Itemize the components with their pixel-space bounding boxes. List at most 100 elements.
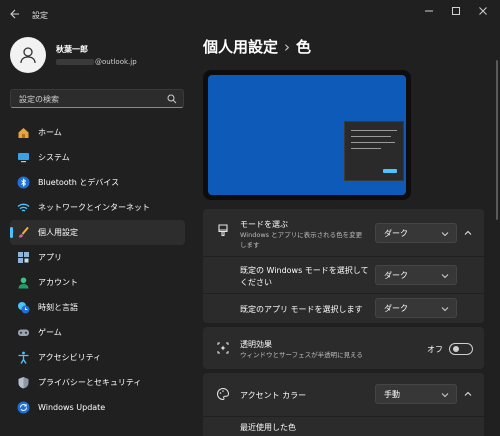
sidebar-item-accounts[interactable]: アカウント bbox=[10, 270, 185, 295]
mode-description-line2: します bbox=[240, 241, 260, 249]
minimize-icon bbox=[425, 10, 433, 12]
minimize-button[interactable] bbox=[420, 6, 438, 20]
title-bar: 設定 bbox=[0, 0, 500, 30]
wifi-icon bbox=[16, 201, 30, 215]
sidebar-item-bluetooth[interactable]: Bluetooth とデバイス bbox=[10, 170, 185, 195]
mode-dropdown[interactable]: ダーク bbox=[375, 223, 457, 243]
breadcrumb: 個人用設定 › 色 bbox=[203, 36, 311, 57]
transparency-toggle[interactable] bbox=[449, 343, 473, 355]
sidebar-item-personalization[interactable]: 個人用設定 bbox=[10, 220, 185, 245]
brush-icon bbox=[16, 226, 30, 240]
preview-window bbox=[344, 121, 404, 181]
page-title: 色 bbox=[296, 38, 312, 56]
app-mode-dropdown-value: ダーク bbox=[384, 304, 408, 313]
bluetooth-icon bbox=[16, 176, 30, 190]
paint-bucket-icon bbox=[218, 224, 228, 237]
chevron-down-icon bbox=[441, 274, 449, 279]
sidebar-item-label: アクセシビリティ bbox=[38, 353, 102, 362]
sidebar-item-system[interactable]: システム bbox=[10, 145, 185, 170]
divider bbox=[203, 256, 484, 257]
sidebar-item-apps[interactable]: アプリ bbox=[10, 245, 185, 270]
scrollbar[interactable] bbox=[496, 60, 498, 220]
mode-description-line1: Windows とアプリに表示される色を変更 bbox=[240, 231, 363, 239]
arrow-left-icon bbox=[10, 9, 19, 19]
close-icon bbox=[479, 7, 487, 15]
apps-icon bbox=[16, 251, 30, 265]
transparency-description: ウィンドウとサーフェスが半透明に見える bbox=[240, 351, 363, 359]
chevron-up-icon[interactable] bbox=[463, 389, 473, 399]
preview-accent-button bbox=[383, 169, 397, 173]
app-mode-dropdown[interactable]: ダーク bbox=[375, 298, 457, 318]
home-icon bbox=[16, 126, 30, 140]
user-icon bbox=[20, 47, 36, 64]
sidebar-item-label: プライバシーとセキュリティ bbox=[38, 378, 142, 387]
avatar[interactable] bbox=[10, 37, 46, 73]
sidebar-item-label: ゲーム bbox=[38, 328, 62, 337]
recent-colors-label: 最近使用した色 bbox=[240, 423, 296, 432]
clock-globe-icon bbox=[16, 301, 30, 315]
sidebar-item-label: アカウント bbox=[38, 278, 78, 287]
divider bbox=[203, 293, 484, 294]
chevron-down-icon bbox=[441, 307, 449, 312]
transparency-icon bbox=[217, 342, 229, 354]
maximize-button[interactable] bbox=[447, 6, 465, 20]
close-button[interactable] bbox=[474, 6, 492, 20]
windows-mode-label-line1: 既定の Windows モードを選択して bbox=[240, 266, 369, 275]
accent-dropdown-value: 手動 bbox=[384, 390, 400, 399]
sidebar-nav: ホーム システム Bluetooth とデバイス ネットワークとインターネット … bbox=[10, 120, 185, 420]
windows-mode-label-line2: ください bbox=[240, 278, 272, 287]
sidebar-item-label: 時刻と言語 bbox=[38, 303, 78, 312]
chevron-down-icon bbox=[441, 393, 449, 398]
sidebar-item-label: 個人用設定 bbox=[38, 228, 78, 237]
mode-title: モードを選ぶ bbox=[240, 220, 288, 229]
monitor-icon bbox=[16, 151, 30, 165]
search-input[interactable]: 設定の検索 bbox=[10, 89, 184, 108]
transparency-card: 透明効果 ウィンドウとサーフェスが半透明に見える オフ bbox=[203, 327, 484, 369]
sidebar-item-label: ネットワークとインターネット bbox=[38, 203, 150, 212]
sidebar-item-label: システム bbox=[38, 153, 70, 162]
transparency-title: 透明効果 bbox=[240, 340, 272, 349]
windows-mode-dropdown[interactable]: ダーク bbox=[375, 265, 457, 285]
profile-email-suffix: @outlook.jp bbox=[95, 58, 137, 66]
accessibility-icon bbox=[16, 351, 30, 365]
transparency-toggle-label: オフ bbox=[427, 345, 443, 354]
toggle-knob bbox=[453, 346, 459, 352]
redacted-email-block bbox=[56, 59, 94, 65]
sidebar-item-privacy-security[interactable]: プライバシーとセキュリティ bbox=[10, 370, 185, 395]
sidebar-item-label: Bluetooth とデバイス bbox=[38, 178, 120, 187]
chevron-up-icon[interactable] bbox=[463, 228, 473, 238]
windows-mode-dropdown-value: ダーク bbox=[384, 271, 408, 280]
back-button[interactable] bbox=[8, 8, 22, 22]
preview-wallpaper bbox=[208, 75, 406, 195]
app-mode-label: 既定のアプリ モードを選択します bbox=[240, 305, 363, 314]
account-icon bbox=[16, 276, 30, 290]
divider bbox=[203, 416, 484, 417]
sidebar-item-gaming[interactable]: ゲーム bbox=[10, 320, 185, 345]
shield-icon bbox=[16, 376, 30, 390]
sidebar-item-home[interactable]: ホーム bbox=[10, 120, 185, 145]
sidebar-item-accessibility[interactable]: アクセシビリティ bbox=[10, 345, 185, 370]
maximize-icon bbox=[452, 7, 460, 15]
sidebar-item-network[interactable]: ネットワークとインターネット bbox=[10, 195, 185, 220]
mode-dropdown-value: ダーク bbox=[384, 229, 408, 238]
sidebar-item-label: アプリ bbox=[38, 253, 62, 262]
search-placeholder: 設定の検索 bbox=[19, 95, 59, 104]
breadcrumb-separator: › bbox=[284, 38, 291, 56]
accent-title: アクセント カラー bbox=[240, 391, 307, 400]
sidebar-item-windows-update[interactable]: Windows Update bbox=[10, 395, 185, 420]
accent-color-card: アクセント カラー 手動 最近使用した色 bbox=[203, 373, 484, 436]
breadcrumb-parent[interactable]: 個人用設定 bbox=[203, 38, 278, 56]
profile-name: 秋葉一郎 bbox=[56, 45, 88, 54]
sidebar-item-label: ホーム bbox=[38, 128, 62, 137]
sidebar-item-time-language[interactable]: 時刻と言語 bbox=[10, 295, 185, 320]
palette-icon bbox=[217, 387, 230, 401]
accent-dropdown[interactable]: 手動 bbox=[375, 384, 457, 404]
theme-preview bbox=[203, 70, 411, 200]
gamepad-icon bbox=[16, 326, 30, 340]
update-icon bbox=[16, 401, 30, 415]
chevron-down-icon bbox=[441, 232, 449, 237]
mode-card: モードを選ぶ Windows とアプリに表示される色を変更 します ダーク 既定… bbox=[203, 209, 484, 323]
app-title: 設定 bbox=[32, 11, 48, 20]
profile-email: @outlook.jp bbox=[56, 58, 137, 66]
sidebar-item-label: Windows Update bbox=[38, 403, 106, 412]
